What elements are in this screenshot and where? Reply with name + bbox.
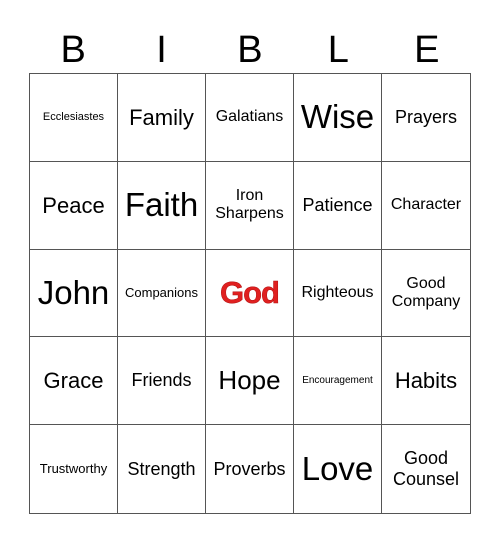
bingo-cell[interactable]: Wise bbox=[294, 74, 382, 162]
bingo-cell[interactable]: Good Company bbox=[382, 250, 470, 338]
bingo-cell[interactable]: Hope bbox=[206, 337, 294, 426]
bingo-cell[interactable]: Habits bbox=[382, 337, 470, 426]
bingo-cell[interactable]: Love bbox=[294, 425, 382, 513]
header-letter-l: L bbox=[327, 29, 349, 71]
header-letter-e: E bbox=[414, 29, 440, 71]
bingo-cell[interactable]: Grace bbox=[30, 337, 118, 426]
bingo-cell[interactable]: Ecclesiastes bbox=[30, 74, 118, 162]
bingo-grid: Ecclesiastes Family Galatians Wise Praye… bbox=[29, 73, 471, 514]
bingo-cell[interactable]: Faith bbox=[118, 161, 206, 250]
header-letter-b: B bbox=[60, 29, 86, 71]
bingo-cell[interactable]: Peace bbox=[30, 161, 118, 250]
header-letter-i: I bbox=[156, 29, 167, 71]
header-letter-b2: B bbox=[237, 29, 263, 71]
bingo-header: B I B L E bbox=[29, 28, 471, 72]
bingo-cell[interactable]: Encouragement bbox=[294, 337, 382, 426]
bingo-cell[interactable]: Companions bbox=[118, 249, 206, 338]
bingo-cell[interactable]: Proverbs bbox=[206, 425, 294, 513]
bingo-cell[interactable]: Family bbox=[118, 74, 206, 162]
bingo-cell[interactable]: Righteous bbox=[294, 249, 382, 338]
bingo-cell[interactable]: Strength bbox=[118, 425, 206, 513]
bingo-cell[interactable]: Good Counsel bbox=[382, 425, 470, 513]
bingo-cell[interactable]: Iron Sharpens bbox=[206, 161, 294, 250]
bingo-cell[interactable]: Trustworthy bbox=[30, 425, 118, 513]
bingo-cell[interactable]: Friends bbox=[118, 337, 206, 426]
bingo-cell[interactable]: John bbox=[30, 249, 118, 338]
free-space-cell[interactable]: God bbox=[206, 249, 294, 338]
bingo-cell[interactable]: Galatians bbox=[206, 74, 294, 162]
bingo-cell[interactable]: Patience bbox=[294, 161, 382, 250]
bingo-cell[interactable]: Character bbox=[382, 162, 470, 250]
bingo-cell[interactable]: Prayers bbox=[382, 74, 470, 162]
